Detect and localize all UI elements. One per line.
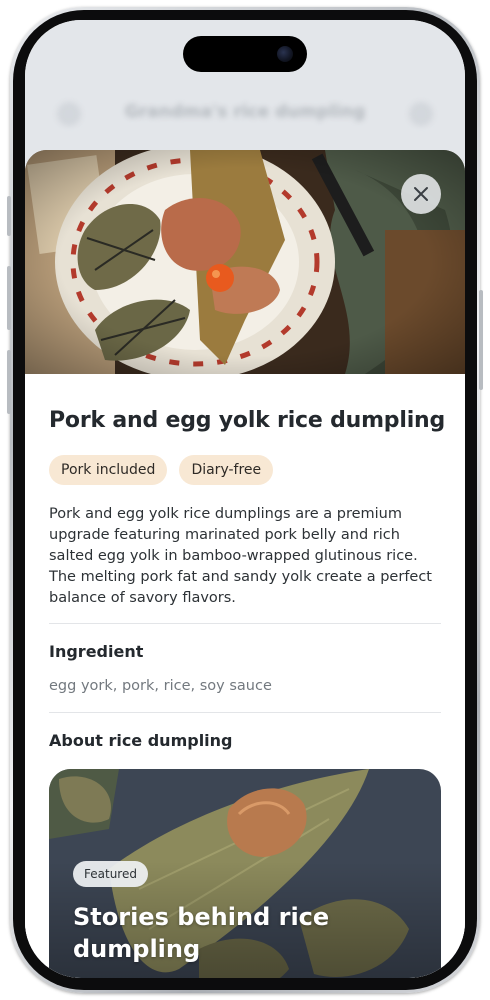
divider bbox=[49, 623, 441, 624]
close-icon bbox=[414, 187, 428, 201]
volume-down-button bbox=[7, 350, 11, 414]
background-page-title: Grandma's rice dumpling bbox=[124, 102, 366, 122]
close-button[interactable] bbox=[401, 174, 441, 214]
featured-card-title: Stories behind rice dumpling bbox=[73, 903, 330, 963]
about-heading: About rice dumpling bbox=[49, 731, 233, 750]
tag-list: Pork included Diary-free bbox=[49, 455, 274, 485]
background-header: Grandma's rice dumpling bbox=[25, 92, 465, 136]
heart-icon bbox=[409, 102, 433, 126]
featured-story-card[interactable]: Featured Stories behind rice dumpling bbox=[49, 769, 441, 978]
recipe-title: Pork and egg yolk rice dumpling bbox=[49, 408, 446, 433]
tag-dairy-free: Diary-free bbox=[179, 455, 274, 485]
recipe-description: Pork and egg yolk rice dumplings are a p… bbox=[49, 506, 432, 606]
ingredient-heading: Ingredient bbox=[49, 642, 144, 661]
tag-pork-included: Pork included bbox=[49, 455, 168, 485]
featured-badge: Featured bbox=[73, 861, 148, 887]
screen: Grandma's rice dumpling Pork and egg yol… bbox=[25, 20, 465, 978]
recipe-detail-sheet: Pork and egg yolk rice dumpling Pork inc… bbox=[25, 150, 465, 978]
dynamic-island bbox=[183, 36, 307, 72]
hero-image bbox=[25, 150, 465, 374]
divider bbox=[49, 712, 441, 713]
camera-icon bbox=[277, 46, 293, 62]
power-button bbox=[479, 290, 483, 390]
volume-up-button bbox=[7, 266, 11, 330]
action-button bbox=[7, 196, 11, 236]
ingredient-list: egg york, pork, rice, soy sauce bbox=[49, 678, 272, 694]
